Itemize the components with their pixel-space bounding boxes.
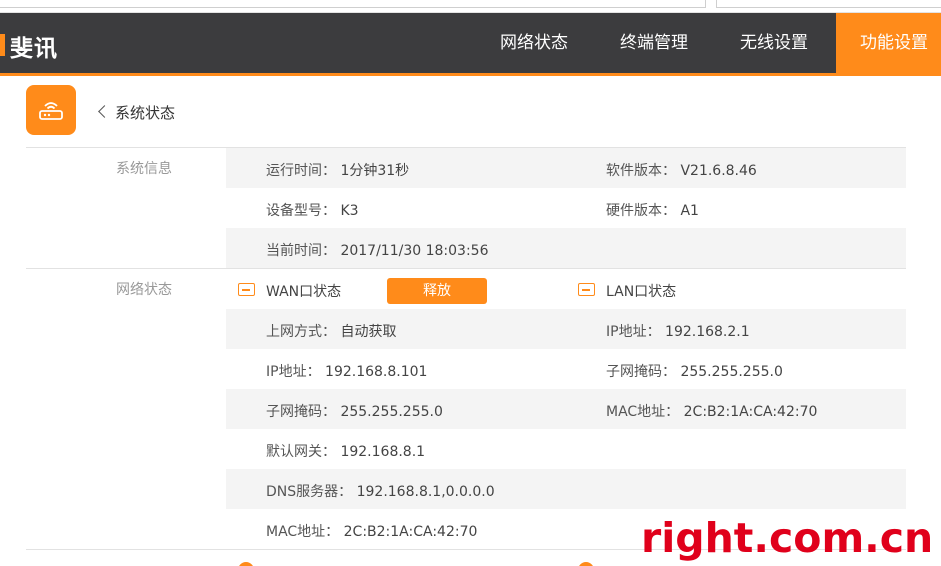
device-model-field: 设备型号： K3	[266, 203, 359, 219]
lan-subnet-mask-field: 子网掩码： 255.255.255.0	[606, 364, 783, 380]
top-navbar: 斐讯 网络状态 终端管理 无线设置 功能设置	[0, 13, 941, 73]
brand-logo: 斐讯	[10, 36, 58, 62]
lan-ip-field: IP地址： 192.168.2.1	[606, 324, 750, 340]
hardware-version-field: 硬件版本： A1	[606, 203, 699, 219]
nav-function-settings[interactable]: 功能设置	[836, 13, 941, 73]
wan-dns-field: DNS服务器： 192.168.8.1,0.0.0.0	[266, 484, 495, 500]
lan-status-title: LAN口状态	[606, 284, 677, 300]
ethernet-port-icon	[578, 283, 595, 296]
section-label-system-info: 系统信息	[116, 161, 172, 177]
wan-gateway-field: 默认网关： 192.168.8.1	[266, 444, 426, 460]
back-label: 系统状态	[115, 104, 176, 122]
nav-underline	[0, 73, 941, 76]
nav-wireless-settings[interactable]: 无线设置	[740, 13, 808, 73]
nav-network-status[interactable]: 网络状态	[500, 13, 568, 73]
address-bar[interactable]	[0, 0, 706, 8]
wan-ip-field: IP地址： 192.168.8.101	[266, 364, 428, 380]
browser-top-strip	[0, 0, 941, 13]
software-version-field: 软件版本： V21.6.8.46	[606, 163, 757, 179]
wan-subnet-mask-field: 子网掩码： 255.255.255.0	[266, 404, 443, 420]
uptime-field: 运行时间： 1分钟31秒	[266, 163, 410, 179]
search-bar[interactable]	[716, 0, 941, 8]
lan-mac-field: MAC地址： 2C:B2:1A:CA:42:70	[606, 404, 818, 420]
nav-terminal-management[interactable]: 终端管理	[620, 13, 688, 73]
back-link[interactable]: 系统状态	[98, 102, 176, 123]
section-label-network-status: 网络状态	[116, 282, 172, 298]
wifi-icon	[578, 562, 594, 566]
router-icon	[26, 85, 76, 135]
watermark: right.com.cn	[641, 514, 934, 562]
chevron-left-icon	[98, 105, 111, 118]
ethernet-port-icon	[238, 283, 255, 296]
release-button[interactable]: 释放	[387, 278, 487, 304]
wan-mac-field: MAC地址： 2C:B2:1A:CA:42:70	[266, 524, 478, 540]
current-time-field: 当前时间： 2017/11/30 18:03:56	[266, 243, 489, 259]
brand-accent-bar	[0, 34, 5, 56]
wan-connection-mode-field: 上网方式： 自动获取	[266, 324, 397, 340]
wan-status-title: WAN口状态	[266, 284, 342, 300]
wifi-icon	[238, 562, 254, 566]
